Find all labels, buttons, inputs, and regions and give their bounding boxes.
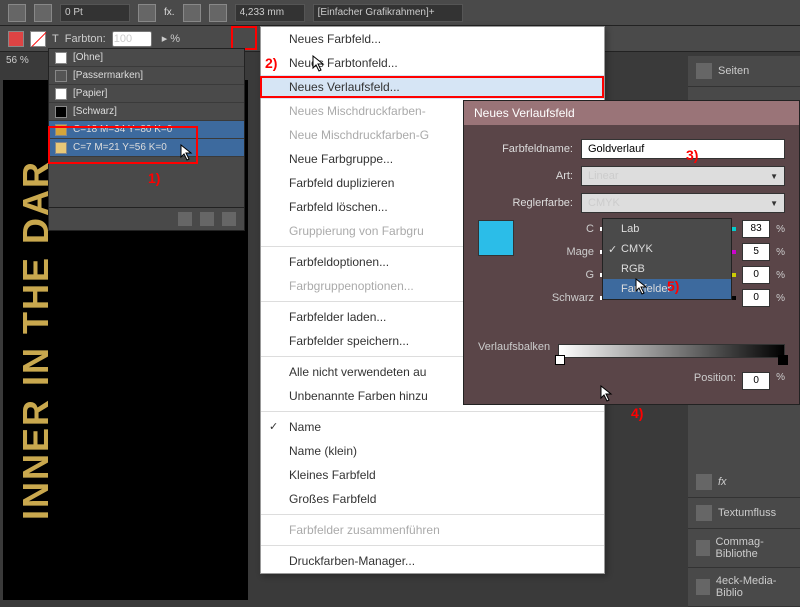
menu-item[interactable]: ✓Name	[261, 415, 604, 439]
magenta-value[interactable]: 5	[742, 243, 770, 261]
gradient-stop[interactable]	[778, 355, 788, 365]
swatch-name-input[interactable]	[581, 139, 785, 159]
annotation-4: 4)	[631, 405, 643, 421]
tool-icon[interactable]	[209, 4, 227, 22]
pages-icon	[696, 63, 712, 79]
delete-icon[interactable]	[222, 212, 236, 226]
stroke-weight-input[interactable]	[60, 4, 130, 22]
yellow-label: G	[524, 269, 594, 281]
menu-item: Farbfelder zusammenführen	[261, 518, 604, 542]
tool-icon[interactable]	[8, 4, 26, 22]
menu-item[interactable]: Druckfarben-Manager...	[261, 549, 604, 573]
menu-item[interactable]: Name (klein)	[261, 439, 604, 463]
dialog-title: Neues Verlaufsfeld	[464, 101, 799, 125]
fill-swatch[interactable]	[8, 31, 24, 47]
swatch-chip	[55, 70, 67, 82]
swatch-type-icon	[226, 124, 238, 136]
annotation-5: 5)	[667, 278, 679, 294]
stopcolor-label: Reglerfarbe:	[478, 197, 573, 209]
tint-input[interactable]	[112, 31, 152, 47]
new-swatch-icon[interactable]	[200, 212, 214, 226]
swatch-chip	[55, 106, 67, 118]
swatch-type-icon	[226, 70, 238, 82]
swatch-name: [Schwarz]	[73, 106, 220, 117]
library-icon	[696, 579, 710, 595]
dropdown-item[interactable]: RGB	[603, 259, 731, 279]
gradient-ramp[interactable]	[558, 344, 785, 358]
name-label: Farbfeldname:	[478, 143, 573, 155]
panel-pages[interactable]: Seiten	[688, 56, 800, 87]
app-toolbar: fx.	[0, 0, 800, 26]
swatch-row[interactable]: [Papier]	[49, 85, 244, 103]
swatch-chip	[55, 88, 67, 100]
menu-item[interactable]: Großes Farbfeld	[261, 487, 604, 511]
swatch-name: [Passermarken]	[73, 70, 220, 81]
gradient-ramp-label: Verlaufsbalken	[478, 341, 550, 353]
tool-icon[interactable]	[183, 4, 201, 22]
zoom-level: 56 %	[6, 55, 29, 66]
dropdown-item[interactable]: Lab	[603, 219, 731, 239]
menu-item[interactable]: Neues Farbfeld...	[261, 27, 604, 51]
tint-label: Farbton:	[65, 33, 106, 45]
panel-lib1[interactable]: Commag-Bibliothe	[688, 529, 800, 568]
swatch-chip	[55, 52, 67, 64]
swatch-type-icon	[226, 52, 238, 64]
swatch-row[interactable]: [Schwarz]	[49, 103, 244, 121]
cyan-label: C	[524, 223, 594, 235]
swatch-name: [Ohne]	[73, 52, 220, 63]
annotation-box-1	[48, 126, 198, 164]
annotation-3: 3)	[686, 147, 698, 163]
fx-icon	[696, 474, 712, 490]
swatch-name: [Papier]	[73, 88, 220, 99]
swatch-type-icon	[226, 106, 238, 118]
type-select[interactable]: Linear	[581, 166, 785, 186]
library-icon	[696, 540, 710, 556]
black-label: Schwarz	[524, 292, 594, 304]
swatch-row[interactable]: [Passermarken]	[49, 67, 244, 85]
dropdown-item[interactable]: CMYK	[603, 239, 731, 259]
panel-effects[interactable]: fx	[688, 467, 800, 498]
tool-icon[interactable]	[34, 4, 52, 22]
swatch-type-icon	[226, 142, 238, 154]
black-value[interactable]: 0	[742, 289, 770, 307]
panel-lib2[interactable]: 4eck-Media-Biblio	[688, 568, 800, 607]
menu-item[interactable]: Kleines Farbfeld	[261, 463, 604, 487]
annotation-box	[231, 26, 257, 50]
magenta-label: Mage	[524, 246, 594, 258]
annotation-box-2	[260, 76, 604, 98]
measurement-input[interactable]	[235, 4, 305, 22]
yellow-value[interactable]: 0	[742, 266, 770, 284]
tool-icon[interactable]	[138, 4, 156, 22]
annotation-2: 2)	[265, 55, 277, 71]
new-group-icon[interactable]	[178, 212, 192, 226]
stroke-swatch[interactable]	[30, 31, 46, 47]
swatches-footer	[49, 207, 244, 230]
cyan-value[interactable]: 83	[742, 220, 770, 238]
position-label: Position:	[694, 372, 736, 390]
panel-textwrap[interactable]: Textumfluss	[688, 498, 800, 529]
position-value[interactable]: 0	[742, 372, 770, 390]
type-icon[interactable]: T	[52, 33, 59, 45]
menu-item[interactable]: Neues Farbtonfeld...	[261, 51, 604, 75]
annotation-1: 1)	[148, 170, 160, 186]
type-label: Art:	[478, 170, 573, 182]
color-preview	[478, 220, 514, 256]
swatch-row[interactable]: [Ohne]	[49, 49, 244, 67]
swatch-type-icon	[226, 88, 238, 100]
stopcolor-select[interactable]: CMYK	[581, 193, 785, 213]
object-style-input[interactable]	[313, 4, 463, 22]
gradient-stop[interactable]	[555, 355, 565, 365]
textwrap-icon	[696, 505, 712, 521]
